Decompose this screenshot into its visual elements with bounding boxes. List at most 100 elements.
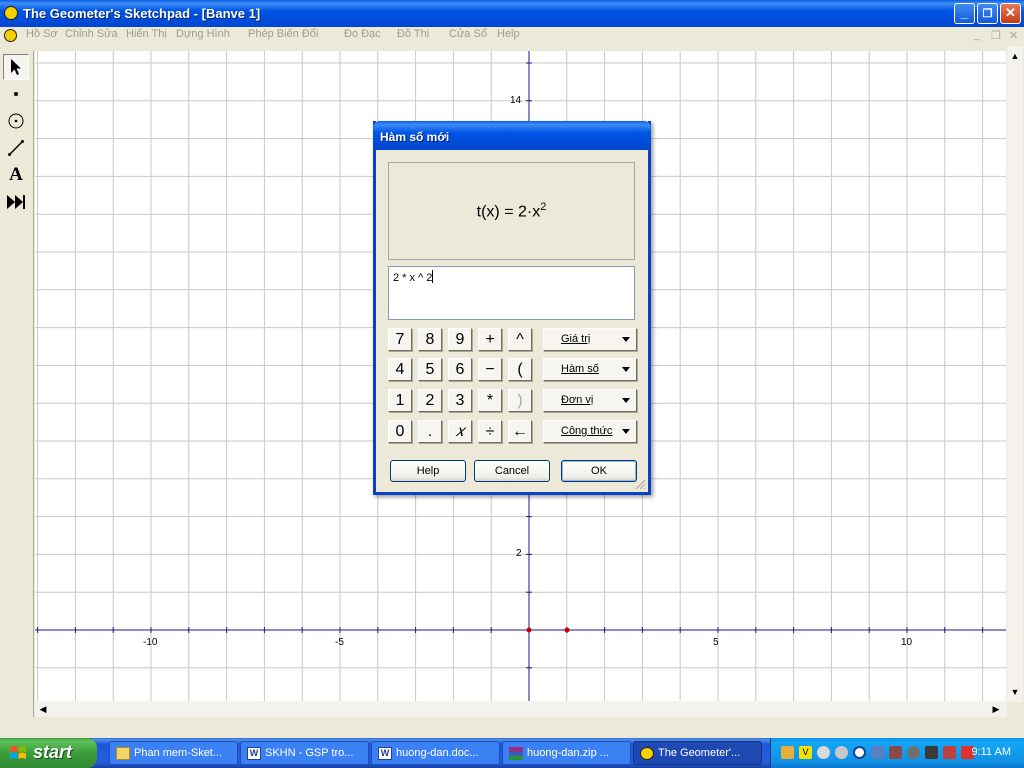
scroll-left-icon[interactable]: ◀ xyxy=(35,701,51,717)
word-icon: W xyxy=(378,747,392,760)
menu-transform[interactable]: Phép Biến Đổi xyxy=(248,28,318,40)
taskbar-item-sketchpad[interactable]: The Geometer'... xyxy=(633,741,762,765)
key-power[interactable]: ^ xyxy=(508,328,532,351)
taskbar-item-explorer[interactable]: Phan mem-Sket... xyxy=(109,741,238,765)
scroll-up-icon[interactable]: ▲ xyxy=(1007,48,1023,64)
straightedge-tool[interactable] xyxy=(3,135,29,161)
key-plus[interactable]: + xyxy=(478,328,502,351)
key-7[interactable]: 7 xyxy=(388,328,412,351)
download-icon[interactable] xyxy=(853,746,866,759)
key-open-paren[interactable]: ( xyxy=(508,358,532,381)
values-menu-button[interactable]: Giá trị xyxy=(543,328,637,351)
formula-menu-button[interactable]: Công thức xyxy=(543,420,637,443)
mdi-close-icon[interactable]: ✕ xyxy=(1009,29,1018,42)
origin-point xyxy=(526,627,532,633)
key-divide[interactable]: ÷ xyxy=(478,420,502,443)
x-tick-label: -5 xyxy=(335,637,344,648)
key-9[interactable]: 9 xyxy=(448,328,472,351)
toolbox: A xyxy=(0,51,34,717)
units-menu-button[interactable]: Đơn vị xyxy=(543,389,637,412)
menu-file[interactable]: Hồ Sơ xyxy=(26,28,58,40)
cancel-button[interactable]: Cancel xyxy=(474,460,550,482)
function-preview: t(x) = 2·x2 xyxy=(388,162,635,260)
scroll-right-icon[interactable]: ▶ xyxy=(988,701,1004,717)
folder-icon xyxy=(116,747,130,760)
clock: 9:11 AM xyxy=(971,746,1011,758)
point-tool[interactable] xyxy=(3,81,29,107)
backspace-icon[interactable]: ← xyxy=(508,420,532,443)
units-menu-label: Đơn vị xyxy=(561,394,594,406)
key-8[interactable]: 8 xyxy=(418,328,442,351)
resize-grip-icon[interactable] xyxy=(634,478,646,490)
values-menu-label: Giá trị xyxy=(561,333,591,345)
winrar-icon xyxy=(509,747,523,760)
arrow-tool[interactable] xyxy=(3,54,29,80)
vertical-scrollbar[interactable]: ▲ ▼ xyxy=(1007,46,1023,702)
menu-display[interactable]: Hiển Thị xyxy=(126,28,167,40)
windows-logo-icon xyxy=(10,746,26,759)
close-button[interactable]: ✕ xyxy=(1000,3,1021,24)
document-icon[interactable] xyxy=(4,29,17,42)
text-tool-icon: A xyxy=(9,164,23,185)
start-button[interactable]: start xyxy=(0,738,97,768)
menu-graph[interactable]: Đồ Thị xyxy=(397,28,429,40)
key-4[interactable]: 4 xyxy=(388,358,412,381)
dialog-title-bar[interactable]: Hàm số mới xyxy=(373,121,651,150)
mdi-minimize-icon[interactable]: _ xyxy=(974,29,980,41)
straightedge-tool-icon xyxy=(8,140,24,156)
restore-button[interactable]: ❐ xyxy=(977,3,998,24)
expression-text: 2 * x ^ 2 xyxy=(393,272,433,284)
menu-edit[interactable]: Chỉnh Sửa xyxy=(65,28,118,40)
sketchpad-app-icon[interactable] xyxy=(4,6,18,20)
security-icon[interactable] xyxy=(889,746,902,759)
menu-measure[interactable]: Đo Đạc xyxy=(344,28,381,40)
scroll-down-icon[interactable]: ▼ xyxy=(1007,684,1023,700)
key-3[interactable]: 3 xyxy=(448,389,472,412)
key-5[interactable]: 5 xyxy=(418,358,442,381)
key-0[interactable]: 0 xyxy=(388,420,412,443)
task-label: huong-dan.zip ... xyxy=(527,747,609,759)
key-multiply[interactable]: * xyxy=(478,389,502,412)
preview-exponent: 2 xyxy=(540,201,547,213)
key-minus[interactable]: − xyxy=(478,358,502,381)
audio-device-icon[interactable] xyxy=(925,746,938,759)
taskbar-item-word-huongdan[interactable]: W huong-dan.doc... xyxy=(371,741,500,765)
horizontal-scrollbar[interactable]: ◀ ▶ xyxy=(35,701,1007,717)
taskbar-item-word-skhn[interactable]: W SKHN - GSP tro... xyxy=(240,741,369,765)
custom-tool[interactable] xyxy=(3,189,29,215)
key-1[interactable]: 1 xyxy=(388,389,412,412)
tray-app-icon[interactable] xyxy=(835,746,848,759)
dialog-title: Hàm số mới xyxy=(380,130,450,144)
key-2[interactable]: 2 xyxy=(418,389,442,412)
menu-construct[interactable]: Dựng Hình xyxy=(176,28,230,40)
key-close-paren[interactable]: ) xyxy=(508,389,532,412)
help-button[interactable]: Help xyxy=(390,460,466,482)
functions-menu-button[interactable]: Hàm số xyxy=(543,358,637,381)
ok-button[interactable]: OK xyxy=(561,460,637,482)
monitor-icon[interactable] xyxy=(871,746,884,759)
network-icon[interactable] xyxy=(781,746,794,759)
text-tool[interactable]: A xyxy=(3,162,29,188)
menu-help[interactable]: Help xyxy=(497,28,520,40)
start-label: start xyxy=(33,742,73,762)
minimize-button[interactable]: _ xyxy=(954,3,975,24)
volume-icon[interactable] xyxy=(943,746,956,759)
menu-bar: Hồ Sơ Chỉnh Sửa Hiển Thị Dựng Hình Phép … xyxy=(0,27,1024,45)
unikey-icon[interactable]: V xyxy=(799,746,812,759)
expression-input[interactable]: 2 * x ^ 2 xyxy=(388,266,635,320)
x-tick-label: 10 xyxy=(901,637,913,648)
tray-app-icon[interactable] xyxy=(817,746,830,759)
compass-tool[interactable] xyxy=(3,108,29,134)
taskbar-item-winrar[interactable]: huong-dan.zip ... xyxy=(502,741,631,765)
key-6[interactable]: 6 xyxy=(448,358,472,381)
mdi-restore-icon[interactable]: ❐ xyxy=(991,29,1001,42)
key-decimal[interactable]: . xyxy=(418,420,442,443)
custom-tool-icon xyxy=(7,195,25,209)
key-x[interactable]: 𝑥 xyxy=(448,420,472,443)
task-label: SKHN - GSP tro... xyxy=(265,747,354,759)
menu-window[interactable]: Cửa Sổ xyxy=(449,28,487,40)
unit-point xyxy=(564,627,570,633)
y-tick-label: 2 xyxy=(516,548,522,559)
tray-app-icon[interactable] xyxy=(907,746,920,759)
dropdown-arrow-icon xyxy=(622,367,630,372)
